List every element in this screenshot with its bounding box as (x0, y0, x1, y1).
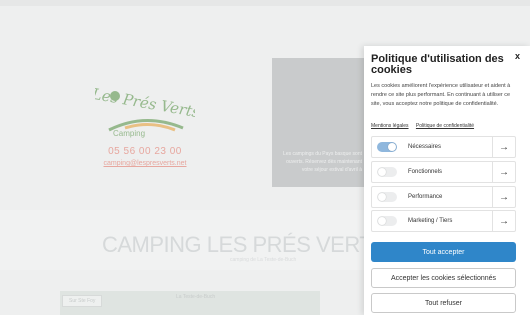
arrow-right-icon[interactable]: → (492, 162, 515, 182)
hero-title: CAMPING LES PRÉS VERTS (102, 232, 387, 257)
promo-image: Les campings du Pays basque sont ouverts… (272, 58, 366, 187)
category-functional[interactable]: Fonctionnels → (371, 161, 516, 183)
phone-number[interactable]: 05 56 00 23 00 (95, 146, 195, 157)
cookie-consent-panel: x Politique d'utilisation des cookies Le… (364, 46, 530, 315)
close-icon[interactable]: x (515, 51, 520, 61)
category-label: Nécessaires (408, 144, 442, 150)
hero-subtitle: camping de La Teste-de-Buch (230, 257, 297, 263)
arrow-right-icon[interactable]: → (492, 187, 515, 207)
toggle-switch[interactable] (377, 192, 397, 202)
promo-line: Les campings du Pays basque sont (283, 151, 362, 157)
promo-text: Les campings du Pays basque sont ouverts… (272, 150, 366, 174)
category-label: Marketing / Tiers (408, 218, 453, 224)
toggle-switch[interactable] (377, 167, 397, 177)
site-logo[interactable]: Les Prés Verts Camping (90, 78, 202, 140)
map-label: La Teste-de-Buch (176, 294, 216, 300)
category-necessary[interactable]: Nécessaires → (371, 136, 516, 158)
email-link[interactable]: camping@lespresverts.net (95, 160, 195, 167)
arrow-right-icon[interactable]: → (492, 137, 515, 157)
map-tag[interactable]: Sur Ste Foy (62, 295, 103, 307)
toggle-switch[interactable] (377, 142, 397, 152)
refuse-all-button[interactable]: Tout refuser (371, 293, 516, 313)
arrow-right-icon[interactable]: → (492, 211, 515, 231)
svg-text:Les Prés Verts: Les Prés Verts (95, 85, 195, 122)
category-performance[interactable]: Performance → (371, 186, 516, 208)
category-marketing[interactable]: Marketing / Tiers → (371, 210, 516, 232)
privacy-policy-link[interactable]: Politique de confidentialité (416, 123, 474, 129)
legal-links: Mentions légales Politique de confidenti… (371, 123, 480, 129)
promo-line: ouverts. Réservez dès maintenant (286, 159, 362, 165)
panel-description: Les cookies améliorent l'expérience util… (371, 83, 511, 107)
category-label: Fonctionnels (408, 169, 443, 175)
accept-all-button[interactable]: Tout accepter (371, 242, 516, 262)
logo-graphic: Les Prés Verts Camping (90, 85, 202, 138)
top-navigation-bar (0, 0, 530, 6)
panel-title: Politique d'utilisation des cookies (371, 53, 504, 76)
accept-selected-button[interactable]: Accepter les cookies sélectionnés (371, 268, 516, 288)
svg-text:Camping: Camping (113, 129, 145, 138)
category-label: Performance (408, 194, 443, 200)
toggle-knob (378, 217, 386, 225)
toggle-knob (378, 168, 386, 176)
toggle-knob (378, 193, 386, 201)
legal-notice-link[interactable]: Mentions légales (371, 123, 409, 129)
toggle-switch[interactable] (377, 216, 397, 226)
promo-line: votre séjour estival d'avril à (301, 167, 362, 173)
toggle-knob (388, 143, 396, 151)
